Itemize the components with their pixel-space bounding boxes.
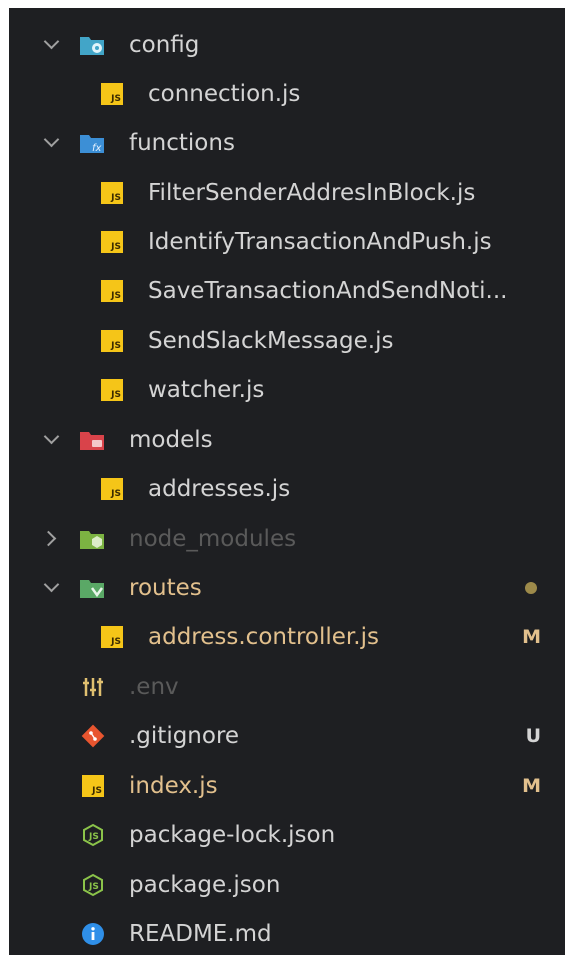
tree-file-filtersenderaddresinblock-js[interactable]: JS FilterSenderAddresInBlock.js <box>9 168 565 217</box>
git-status-badge: M <box>522 625 541 648</box>
tree-folder-node-modules[interactable]: node_modules <box>9 514 565 563</box>
tree-item-label: models <box>129 426 213 453</box>
tree-file-index-js[interactable]: JS index.js M <box>9 761 565 810</box>
chevron-down-icon[interactable] <box>41 430 61 450</box>
tree-item-label: .gitignore <box>129 722 240 749</box>
tree-file-package-json[interactable]: JS package.json <box>9 860 565 909</box>
folder-routes-icon <box>79 576 104 600</box>
tree-file-connection-js[interactable]: JS connection.js <box>9 69 565 118</box>
js-file-icon: JS <box>101 329 123 352</box>
tree-folder-config[interactable]: config <box>9 20 565 69</box>
tree-item-label: .env <box>129 673 179 700</box>
tree-item-label: SaveTransactionAndSendNoti... <box>148 277 508 304</box>
tree-file-identifytransactionandpush-js[interactable]: JS IdentifyTransactionAndPush.js <box>9 217 565 266</box>
svg-text:JS: JS <box>88 832 99 842</box>
svg-text:JS: JS <box>88 882 99 892</box>
js-file-icon: JS <box>101 625 123 648</box>
js-file-icon: JS <box>101 230 123 253</box>
tree-file-package-lock-json[interactable]: JS package-lock.json <box>9 810 565 859</box>
js-file-icon: JS <box>101 181 123 204</box>
tree-item-label: IdentifyTransactionAndPush.js <box>148 228 492 255</box>
tree-folder-routes[interactable]: routes <box>9 563 565 612</box>
tree-file-savetransactionandsendnoti[interactable]: JS SaveTransactionAndSendNoti... <box>9 266 565 315</box>
git-status-badge: M <box>522 774 541 797</box>
tree-file-address-controller-js[interactable]: JS address.controller.js M <box>9 612 565 661</box>
chevron-down-icon[interactable] <box>41 133 61 153</box>
chevron-down-icon[interactable] <box>41 578 61 598</box>
tree-file-addresses-js[interactable]: JS addresses.js <box>9 464 565 513</box>
tree-file-sendslackmessage-js[interactable]: JS SendSlackMessage.js <box>9 316 565 365</box>
tree-item-label: watcher.js <box>148 376 265 403</box>
js-file-icon: JS <box>82 774 104 797</box>
chevron-down-icon[interactable] <box>41 35 61 55</box>
js-file-icon: JS <box>101 378 123 401</box>
folder-config-icon <box>79 33 104 57</box>
tree-item-label: addresses.js <box>148 475 291 502</box>
tree-item-label: package-lock.json <box>129 821 336 848</box>
git-icon <box>81 724 105 748</box>
tree-item-label: README.md <box>129 920 272 947</box>
tree-item-label: SendSlackMessage.js <box>148 327 394 354</box>
git-status-badge: U <box>525 724 541 747</box>
folder-node-icon <box>79 527 104 551</box>
tree-item-label: routes <box>129 574 202 601</box>
chevron-right-icon[interactable] <box>41 529 61 549</box>
tree-item-label: connection.js <box>148 80 301 107</box>
folder-functions-icon: fx <box>79 131 104 155</box>
js-file-icon: JS <box>101 82 123 105</box>
file-explorer-panel: config JS connection.js fx functions JS … <box>9 8 565 955</box>
tree-folder-functions[interactable]: fx functions <box>9 118 565 167</box>
tree-file-gitignore[interactable]: .gitignore U <box>9 711 565 760</box>
info-icon <box>81 922 105 946</box>
svg-text:fx: fx <box>92 143 102 154</box>
env-settings-icon <box>81 675 105 699</box>
js-file-icon: JS <box>101 279 123 302</box>
tree-file-env[interactable]: .env <box>9 662 565 711</box>
tree-item-label: FilterSenderAddresInBlock.js <box>148 179 476 206</box>
tree-item-label: node_modules <box>129 525 297 552</box>
tree-folder-models[interactable]: models <box>9 415 565 464</box>
tree-item-label: package.json <box>129 871 281 898</box>
folder-models-icon <box>79 428 104 452</box>
tree-file-readme-md[interactable]: README.md <box>9 909 565 958</box>
tree-item-label: address.controller.js <box>148 623 379 650</box>
tree-item-label: config <box>129 31 200 58</box>
nodejs-icon: JS <box>81 873 105 897</box>
tree-item-label: functions <box>129 129 235 156</box>
tree-file-watcher-js[interactable]: JS watcher.js <box>9 365 565 414</box>
js-file-icon: JS <box>101 477 123 500</box>
nodejs-icon: JS <box>81 823 105 847</box>
tree-item-label: index.js <box>129 772 218 799</box>
modified-status-dot <box>525 581 537 594</box>
